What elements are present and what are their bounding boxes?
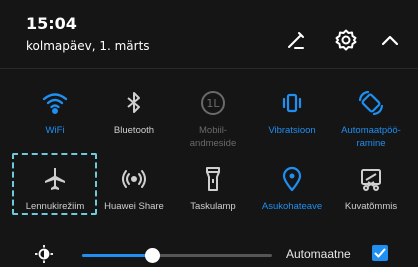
brightness-slider-thumb[interactable]	[145, 248, 161, 263]
tile-bluetooth[interactable]: Bluetooth	[94, 88, 174, 137]
svg-text:1L: 1L	[206, 97, 220, 110]
tile-label: Automaatpöö- ramine	[341, 125, 401, 149]
tile-label: Vibratsioon	[268, 125, 316, 136]
tile-flashlight[interactable]: Taskulamp	[173, 164, 253, 213]
vibration-icon	[277, 88, 307, 118]
tile-label: Kuvatõmmis	[344, 201, 398, 212]
brightness-slider-fill	[82, 254, 153, 257]
tile-label: Taskulamp	[190, 201, 236, 212]
wifi-icon	[40, 88, 70, 118]
tile-label: Huawei Share	[104, 201, 164, 212]
tile-label: Asukohateave	[261, 201, 323, 212]
tile-vibration[interactable]: Vibratsioon	[252, 88, 332, 137]
mobile-data-icon: 1L	[198, 88, 228, 118]
location-icon	[277, 164, 307, 194]
tile-location[interactable]: Asukohateave	[252, 164, 332, 213]
huawei-share-icon	[119, 164, 149, 194]
gear-icon[interactable]	[334, 28, 358, 52]
date-label: kolmapäev, 1. märts	[26, 39, 150, 53]
airplane-mode-highlight	[12, 153, 97, 215]
brightness-icon	[34, 244, 54, 264]
auto-rotate-icon	[356, 88, 386, 118]
header-divider	[0, 68, 418, 69]
auto-brightness-label: Automaatne	[286, 247, 351, 261]
tile-mobile-data[interactable]: 1L Mobiil- andmeside	[173, 88, 253, 150]
screenshot-icon	[356, 164, 386, 194]
brightness-slider[interactable]	[82, 248, 272, 263]
bluetooth-icon	[119, 88, 149, 118]
tile-auto-rotate[interactable]: Automaatpöö- ramine	[331, 88, 411, 150]
clock-time: 15:04	[26, 14, 77, 33]
tile-label: WiFi	[45, 125, 65, 136]
tile-label: Mobiil- andmeside	[189, 125, 237, 149]
quick-settings-panel: 15:04 kolmapäev, 1. märts WiFi Bluetooth…	[0, 0, 418, 267]
edit-icon[interactable]	[284, 28, 308, 52]
flashlight-icon	[198, 164, 228, 194]
tile-label: Bluetooth	[113, 125, 155, 136]
tile-wifi[interactable]: WiFi	[15, 88, 95, 137]
tile-huawei-share[interactable]: Huawei Share	[94, 164, 174, 213]
auto-brightness-checkbox[interactable]	[372, 245, 388, 261]
tile-screenshot[interactable]: Kuvatõmmis	[331, 164, 411, 213]
chevron-up-icon[interactable]	[378, 28, 402, 52]
